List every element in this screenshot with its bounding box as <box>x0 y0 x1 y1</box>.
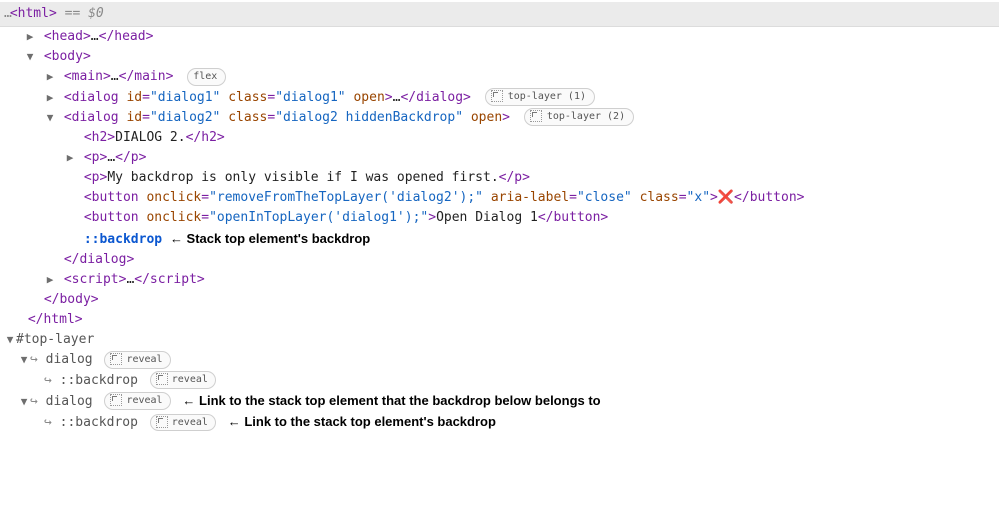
reveal-badge[interactable]: reveal <box>150 371 216 389</box>
collapse-toggle-icon[interactable]: ▼ <box>4 331 16 348</box>
link-arrow-icon: ↪ <box>30 394 38 409</box>
annotation-label: ← Stack top element's backdrop <box>170 231 370 246</box>
annotation-label: ← Link to the stack top element's backdr… <box>228 414 496 429</box>
selection-indicator: == $0 <box>65 6 104 21</box>
expand-toggle-icon[interactable]: ▶ <box>44 68 56 85</box>
node-dialog2-close[interactable]: </dialog> <box>0 250 999 270</box>
node-script[interactable]: ▶ <script>…</script> <box>0 270 999 290</box>
reveal-badge[interactable]: reveal <box>104 351 170 369</box>
expand-toggle-icon[interactable]: ▶ <box>44 89 56 106</box>
node-button-open-dialog1[interactable]: <button onclick="openInTopLayer('dialog1… <box>0 208 999 228</box>
top-layer-heading[interactable]: ▼#top-layer <box>0 330 999 350</box>
node-dialog1[interactable]: ▶ <dialog id="dialog1" class="dialog1" o… <box>0 88 999 108</box>
node-p-collapsed[interactable]: ▶ <p>…</p> <box>0 148 999 168</box>
node-body-close[interactable]: </body> <box>0 290 999 310</box>
node-p-text[interactable]: <p>My backdrop is only visible if I was … <box>0 168 999 188</box>
expand-toggle-icon[interactable]: ▶ <box>64 149 76 166</box>
flex-badge[interactable]: flex <box>187 68 226 86</box>
top-layer-badge[interactable]: top-layer (2) <box>524 108 634 126</box>
link-arrow-icon: ↪ <box>30 352 38 367</box>
expand-toggle-icon[interactable]: ▶ <box>24 28 36 45</box>
reveal-icon <box>156 416 168 428</box>
dom-tree: …<html> == $0 ▶ <head>…</head> ▼ <body> … <box>0 0 999 443</box>
collapse-toggle-icon[interactable]: ▼ <box>18 393 30 410</box>
node-main[interactable]: ▶ <main>…</main> flex <box>0 67 999 87</box>
reveal-icon <box>110 353 122 365</box>
node-html-close[interactable]: </html> <box>0 310 999 330</box>
node-button-close[interactable]: <button onclick="removeFromTheTopLayer('… <box>0 188 999 208</box>
node-pseudo-backdrop[interactable]: ::backdrop ← Stack top element's backdro… <box>0 229 999 250</box>
node-dialog2-open[interactable]: ▼ <dialog id="dialog2" class="dialog2 hi… <box>0 108 999 128</box>
annotation-label: ← Link to the stack top element that the… <box>182 393 600 408</box>
reveal-badge[interactable]: reveal <box>150 414 216 432</box>
collapse-toggle-icon[interactable]: ▼ <box>44 109 56 126</box>
reveal-icon <box>491 90 503 102</box>
collapse-toggle-icon[interactable]: ▼ <box>18 351 30 368</box>
top-layer-dialog-2[interactable]: ▼↪ dialog reveal ← Link to the stack top… <box>0 391 999 412</box>
top-layer-backdrop-2[interactable]: ↪ ::backdrop reveal ← Link to the stack … <box>0 412 999 433</box>
selected-node-row[interactable]: …<html> == $0 <box>0 2 999 27</box>
reveal-icon <box>530 110 542 122</box>
reveal-badge[interactable]: reveal <box>104 392 170 410</box>
node-h2[interactable]: <h2>DIALOG 2.</h2> <box>0 128 999 148</box>
collapse-toggle-icon[interactable]: ▼ <box>24 48 36 65</box>
node-head[interactable]: ▶ <head>…</head> <box>0 27 999 47</box>
top-layer-backdrop-1[interactable]: ↪ ::backdrop reveal <box>0 371 999 391</box>
top-layer-badge[interactable]: top-layer (1) <box>485 88 595 106</box>
expand-toggle-icon[interactable]: ▶ <box>44 271 56 288</box>
node-body-open[interactable]: ▼ <body> <box>0 47 999 67</box>
cross-mark-icon: ❌ <box>718 190 734 205</box>
reveal-icon <box>156 373 168 385</box>
link-arrow-icon: ↪ <box>44 373 52 388</box>
link-arrow-icon: ↪ <box>44 415 52 430</box>
reveal-icon <box>110 394 122 406</box>
top-layer-dialog-1[interactable]: ▼↪ dialog reveal <box>0 350 999 370</box>
